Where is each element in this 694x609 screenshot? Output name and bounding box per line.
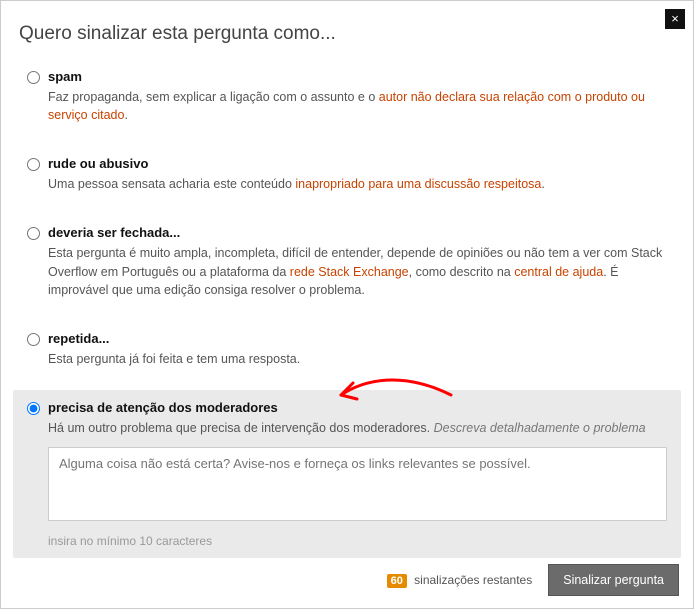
flag-radio-close[interactable]: [27, 227, 40, 240]
close-button[interactable]: ×: [665, 9, 685, 29]
flag-options: spam Faz propaganda, sem explicar a ligaç…: [1, 55, 693, 558]
flag-option-title: precisa de atenção dos moderadores: [48, 400, 667, 415]
submit-flag-button[interactable]: Sinalizar pergunta: [548, 564, 679, 596]
flag-option-desc: Uma pessoa sensata acharia este conteúdo…: [48, 175, 667, 193]
flag-option-spam[interactable]: spam Faz propaganda, sem explicar a ligaç…: [13, 59, 681, 134]
flag-radio-rude[interactable]: [27, 158, 40, 171]
flags-remaining-label: sinalizações restantes: [414, 573, 532, 587]
flag-option-title: deveria ser fechada...: [48, 225, 667, 240]
flag-option-title: spam: [48, 69, 667, 84]
moderator-reason-input[interactable]: [48, 447, 667, 521]
help-link[interactable]: central de ajuda: [514, 265, 603, 279]
flag-option-title: repetida...: [48, 331, 667, 346]
flag-radio-spam[interactable]: [27, 71, 40, 84]
flag-option-title: rude ou abusivo: [48, 156, 667, 171]
help-link[interactable]: inapropriado para uma discussão respeito…: [295, 177, 541, 191]
flag-option-desc: Há um outro problema que precisa de inte…: [48, 419, 667, 437]
flags-count-badge: 60: [387, 574, 407, 588]
flag-option-rude[interactable]: rude ou abusivo Uma pessoa sensata achari…: [13, 146, 681, 203]
flag-radio-mod[interactable]: [27, 402, 40, 415]
min-chars-hint: insira no mínimo 10 caracteres: [48, 534, 667, 548]
flag-dialog: × Quero sinalizar esta pergunta como... …: [0, 0, 694, 609]
help-link[interactable]: rede Stack Exchange: [290, 265, 409, 279]
flag-option-desc: Esta pergunta já foi feita e tem uma res…: [48, 350, 667, 368]
flags-remaining: 60 sinalizações restantes: [387, 573, 533, 587]
flag-option-dup[interactable]: repetida... Esta pergunta já foi feita e …: [13, 321, 681, 378]
dialog-title: Quero sinalizar esta pergunta como...: [1, 1, 693, 55]
flag-option-desc: Esta pergunta é muito ampla, incompleta,…: [48, 244, 667, 298]
flag-option-mod[interactable]: precisa de atenção dos moderadores Há um …: [13, 390, 681, 558]
flag-option-desc: Faz propaganda, sem explicar a ligação c…: [48, 88, 667, 124]
flag-radio-dup[interactable]: [27, 333, 40, 346]
flag-option-close[interactable]: deveria ser fechada... Esta pergunta é mu…: [13, 215, 681, 308]
dialog-footer: 60 sinalizações restantes Sinalizar perg…: [387, 564, 679, 596]
